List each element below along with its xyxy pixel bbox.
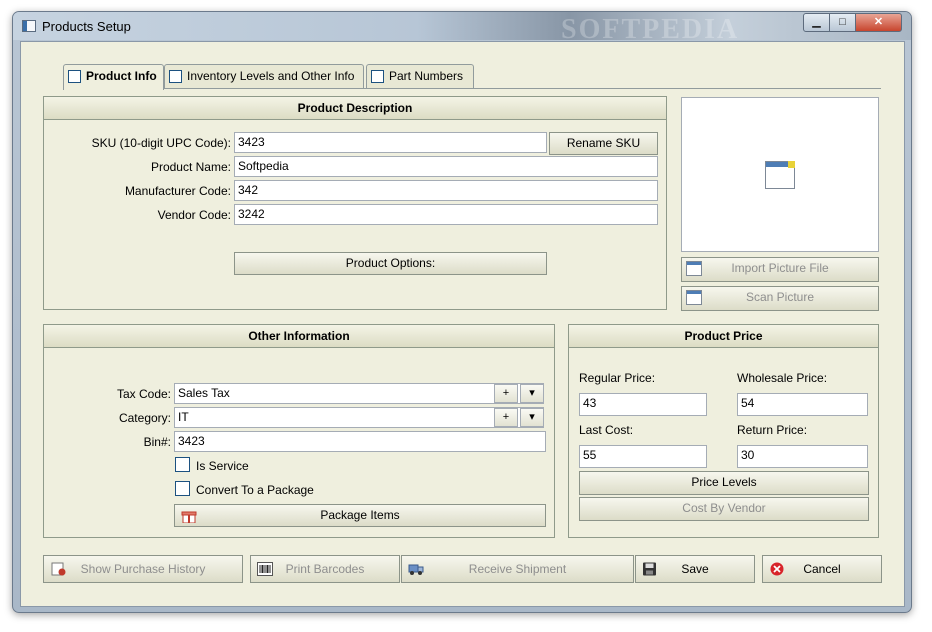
window-icon — [686, 261, 702, 276]
tab-label: Part Numbers — [389, 69, 464, 83]
show-purchase-history-button[interactable]: Show Purchase History — [43, 555, 243, 583]
panel-heading: Product Description — [44, 97, 666, 120]
print-barcodes-label: Print Barcodes — [285, 562, 365, 576]
scan-picture-label: Scan Picture — [745, 290, 815, 304]
manufacturer-code-input[interactable]: 342 — [234, 180, 658, 201]
tab-label: Product Info — [86, 69, 157, 83]
close-button[interactable]: ✕ — [855, 13, 902, 32]
cost-by-vendor-button[interactable]: Cost By Vendor — [579, 497, 869, 521]
import-picture-button[interactable]: Import Picture File — [681, 257, 879, 282]
product-options-button[interactable]: Product Options: — [234, 252, 547, 275]
barcode-icon — [257, 562, 273, 576]
regular-price-input[interactable]: 43 — [579, 393, 707, 416]
products-setup-window: Products Setup SOFTPEDIA ▁ □ ✕ Product I… — [12, 11, 912, 613]
cancel-label: Cancel — [803, 562, 841, 576]
tax-code-select[interactable]: Sales Tax — [174, 383, 544, 404]
picture-placeholder-icon — [765, 161, 795, 189]
tax-code-label: Tax Code: — [116, 387, 171, 401]
import-picture-label: Import Picture File — [731, 261, 829, 275]
last-cost-input[interactable]: 55 — [579, 445, 707, 468]
receive-shipment-button[interactable]: Receive Shipment — [401, 555, 634, 583]
package-items-label: Package Items — [320, 508, 400, 522]
bin-input[interactable]: 3423 — [174, 431, 546, 452]
is-service-checkbox[interactable] — [175, 457, 190, 472]
window-title: Products Setup — [42, 19, 131, 34]
tab-divider — [63, 88, 881, 89]
manufacturer-code-label: Manufacturer Code: — [124, 184, 231, 198]
return-price-label: Return Price: — [737, 423, 808, 437]
wholesale-price-input[interactable]: 54 — [737, 393, 868, 416]
tab-inventory-levels[interactable]: Inventory Levels and Other Info — [164, 64, 364, 88]
show-purchase-history-label: Show Purchase History — [80, 562, 206, 576]
price-levels-button[interactable]: Price Levels — [579, 471, 869, 495]
tab-product-info[interactable]: Product Info — [63, 64, 164, 90]
return-price-input[interactable]: 30 — [737, 445, 868, 468]
product-name-label: Product Name: — [150, 160, 231, 174]
panel-heading: Product Price — [569, 325, 878, 348]
gift-icon — [181, 511, 197, 523]
vendor-code-input[interactable]: 3242 — [234, 204, 658, 225]
scan-picture-button[interactable]: Scan Picture — [681, 286, 879, 311]
minimize-button[interactable]: ▁ — [803, 13, 830, 32]
tab-checkbox — [169, 70, 182, 83]
package-items-button[interactable]: Package Items — [174, 504, 546, 527]
convert-package-checkbox[interactable] — [175, 481, 190, 496]
wholesale-price-label: Wholesale Price: — [737, 371, 828, 385]
product-name-input[interactable]: Softpedia — [234, 156, 658, 177]
maximize-button[interactable]: □ — [829, 13, 856, 32]
sku-label: SKU (10-digit UPC Code): — [91, 136, 231, 150]
bin-label: Bin#: — [143, 435, 171, 449]
app-icon — [22, 20, 36, 32]
tab-checkbox — [371, 70, 384, 83]
add-tax-code-button[interactable]: + — [494, 384, 518, 403]
client-area: Product Info Inventory Levels and Other … — [20, 41, 905, 607]
category-select[interactable]: IT — [174, 407, 544, 428]
cancel-button[interactable]: Cancel — [762, 555, 882, 583]
save-button[interactable]: Save — [635, 555, 755, 583]
cancel-icon — [770, 562, 784, 576]
vendor-code-label: Vendor Code: — [157, 208, 231, 222]
truck-icon — [408, 564, 424, 575]
tab-label: Inventory Levels and Other Info — [187, 69, 355, 83]
tab-checkbox — [68, 70, 81, 83]
rename-sku-button[interactable]: Rename SKU — [549, 132, 658, 155]
title-bar[interactable]: Products Setup SOFTPEDIA ▁ □ ✕ — [13, 12, 911, 45]
product-description-panel: Product Description SKU (10-digit UPC Co… — [43, 96, 667, 310]
save-label: Save — [681, 562, 709, 576]
add-category-button[interactable]: + — [494, 408, 518, 427]
last-cost-label: Last Cost: — [579, 423, 634, 437]
other-information-panel: Other Information Tax Code: Sales Tax + … — [43, 324, 555, 538]
history-icon — [51, 562, 66, 576]
product-picture[interactable] — [681, 97, 879, 252]
receive-shipment-label: Receive Shipment — [468, 562, 567, 576]
product-price-panel: Product Price Regular Price: 43 Wholesal… — [568, 324, 879, 538]
print-barcodes-button[interactable]: Print Barcodes — [250, 555, 400, 583]
tab-part-numbers[interactable]: Part Numbers — [366, 64, 474, 88]
tax-code-dropdown-icon[interactable]: ▾ — [520, 384, 544, 403]
sku-input[interactable]: 3423 — [234, 132, 547, 153]
convert-package-label: Convert To a Package — [196, 483, 314, 497]
category-dropdown-icon[interactable]: ▾ — [520, 408, 544, 427]
window-icon — [686, 290, 702, 305]
category-label: Category: — [118, 411, 171, 425]
floppy-disk-icon — [643, 562, 656, 576]
regular-price-label: Regular Price: — [579, 371, 656, 385]
is-service-label: Is Service — [196, 459, 249, 473]
panel-heading: Other Information — [44, 325, 554, 348]
